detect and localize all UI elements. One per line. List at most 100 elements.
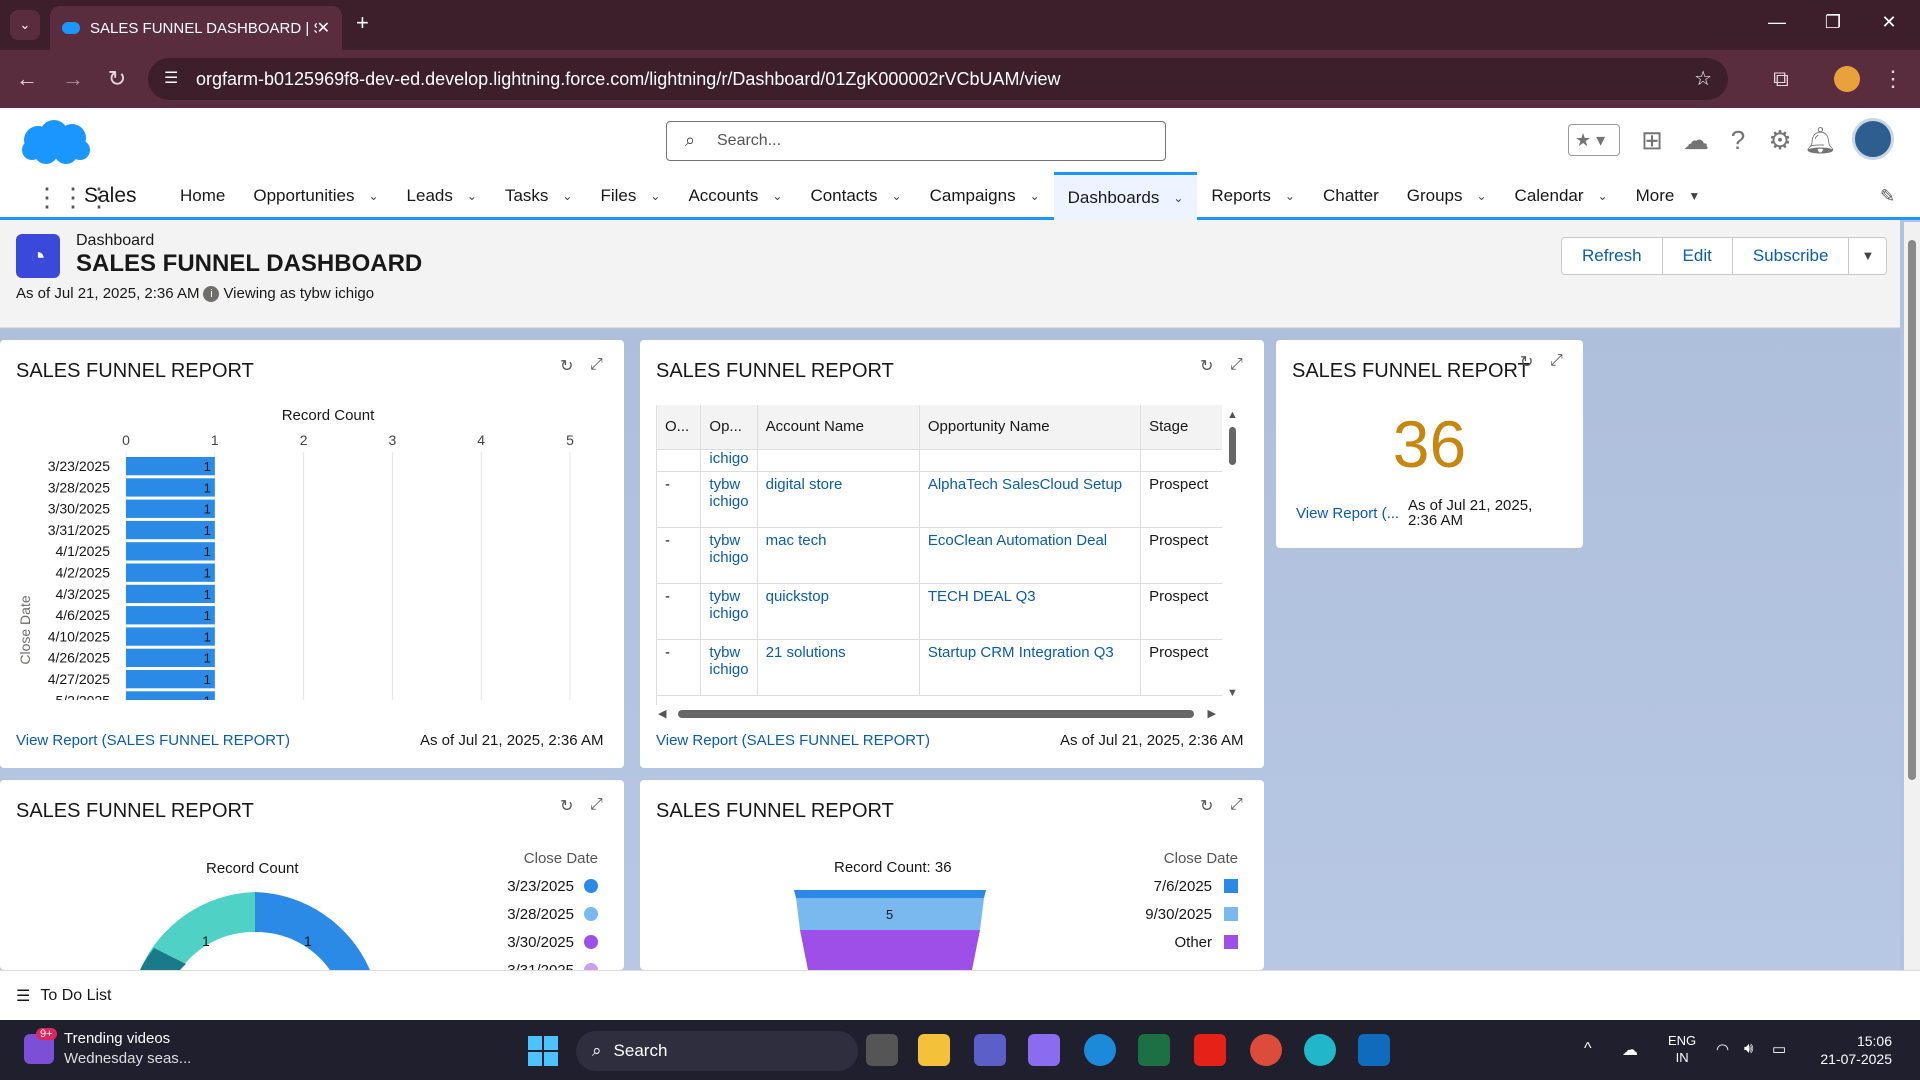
setup-gear-icon[interactable]: ⚙: [1764, 124, 1796, 156]
restore-icon[interactable]: ❐: [1818, 12, 1848, 33]
refresh-button[interactable]: Refresh: [1562, 238, 1663, 274]
account-link[interactable]: mac tech: [757, 527, 920, 584]
bar[interactable]: [126, 691, 215, 700]
taskbar-search[interactable]: ⌕ Search: [576, 1031, 858, 1071]
bar[interactable]: [126, 499, 215, 518]
close-window-icon[interactable]: ✕: [1874, 12, 1904, 33]
wifi-icon[interactable]: ◠: [1716, 1040, 1729, 1058]
funnel-segment[interactable]: [800, 930, 980, 970]
nav-item-chatter[interactable]: Chatter: [1309, 172, 1393, 220]
language-indicator[interactable]: ENG IN: [1668, 1032, 1696, 1066]
edge-icon[interactable]: [1084, 1034, 1116, 1066]
nav-item-contacts[interactable]: Contacts ⌄: [796, 172, 915, 220]
column-header[interactable]: O...: [657, 405, 702, 450]
chevron-down-icon[interactable]: ⌄: [1476, 189, 1486, 203]
page-scrollbar[interactable]: [1904, 222, 1920, 970]
new-tab-icon[interactable]: +: [356, 10, 369, 36]
nav-item-calendar[interactable]: Calendar ⌄: [1501, 172, 1622, 220]
trailhead-icon[interactable]: ☁: [1680, 124, 1712, 156]
nav-item-accounts[interactable]: Accounts ⌄: [674, 172, 796, 220]
owner-link[interactable]: tybw ichigo: [700, 471, 758, 528]
opportunity-link[interactable]: AlphaTech SalesCloud Setup: [919, 471, 1142, 528]
refresh-widget-icon[interactable]: ↻: [1520, 352, 1533, 372]
expand-widget-icon[interactable]: ⤢: [1230, 796, 1243, 814]
clock[interactable]: 15:06 21-07-2025: [1808, 1032, 1892, 1068]
account-link[interactable]: quickstop: [757, 583, 920, 640]
global-actions-icon[interactable]: ⊞: [1636, 124, 1668, 156]
edit-nav-icon[interactable]: ✎: [1880, 186, 1895, 207]
legend-item[interactable]: 7/6/2025: [1070, 872, 1238, 900]
opportunity-link[interactable]: TECH DEAL Q3: [919, 583, 1142, 640]
show-hidden-icons-icon[interactable]: ^: [1584, 1040, 1592, 1058]
chevron-down-icon[interactable]: ⌄: [1030, 189, 1040, 203]
nav-item-home[interactable]: Home: [166, 172, 239, 220]
column-header[interactable]: Account Name: [757, 405, 920, 450]
scrollbar-thumb[interactable]: [678, 710, 1194, 718]
todo-list-button[interactable]: To Do List: [40, 987, 111, 1005]
expand-widget-icon[interactable]: ⤢: [590, 356, 603, 374]
owner-link[interactable]: tybw ichigo: [700, 639, 758, 696]
forward-icon[interactable]: →: [58, 66, 88, 92]
back-icon[interactable]: ←: [12, 66, 42, 92]
view-report-link[interactable]: View Report (SALES FUNNEL REPORT): [656, 732, 930, 749]
view-report-link[interactable]: View Report (SALES FUNNEL REPORT): [16, 732, 290, 749]
notifications-bell-icon[interactable]: 🔔︎: [1804, 124, 1837, 156]
help-icon[interactable]: ?: [1722, 124, 1754, 156]
nav-item-leads[interactable]: Leads ⌄: [393, 172, 491, 220]
bookmark-star-icon[interactable]: ☆: [1694, 66, 1712, 91]
chevron-down-icon[interactable]: ⌄: [772, 189, 782, 203]
chevron-down-icon[interactable]: ⌄: [1173, 191, 1183, 205]
copilot-icon[interactable]: [1028, 1034, 1060, 1066]
expand-widget-icon[interactable]: ⤢: [590, 796, 603, 814]
browser-tab[interactable]: SALES FUNNEL DASHBOARD | S ✕: [50, 6, 342, 50]
browser-menu-icon[interactable]: ⋮: [1878, 66, 1908, 92]
excel-icon[interactable]: [1138, 1034, 1170, 1066]
file-explorer-icon[interactable]: [918, 1034, 950, 1066]
chevron-down-icon[interactable]: ⌄: [892, 189, 902, 203]
address-bar[interactable]: ☰ orgfarm-b0125969f8-dev-ed.develop.ligh…: [148, 58, 1728, 100]
table-vertical-scrollbar[interactable]: ▲ ▼: [1224, 405, 1240, 705]
profile-avatar[interactable]: [1834, 66, 1860, 92]
reload-icon[interactable]: ↻: [102, 66, 132, 92]
scrollbar-thumb[interactable]: [1908, 240, 1916, 780]
more-actions-dropdown-icon[interactable]: ▼: [1849, 238, 1886, 274]
bar[interactable]: [126, 648, 215, 667]
nav-item-more[interactable]: More ▼: [1622, 172, 1715, 220]
favorites-button[interactable]: ★ ▾: [1568, 124, 1620, 156]
chevron-down-icon[interactable]: ▼: [1688, 189, 1700, 203]
table-horizontal-scrollbar[interactable]: ◀ ▶: [656, 706, 1222, 722]
subscribe-button[interactable]: Subscribe: [1733, 238, 1850, 274]
minimize-icon[interactable]: —: [1762, 12, 1792, 33]
opportunity-link[interactable]: Startup CRM Integration Q3: [919, 639, 1142, 696]
youtube-icon[interactable]: [1194, 1034, 1226, 1066]
close-tab-icon[interactable]: ✕: [317, 18, 330, 38]
info-icon[interactable]: i: [203, 285, 220, 302]
refresh-widget-icon[interactable]: ↻: [560, 356, 573, 376]
chevron-down-icon[interactable]: ⌄: [650, 189, 660, 203]
chevron-down-icon[interactable]: ⌄: [1598, 189, 1608, 203]
expand-widget-icon[interactable]: ⤢: [1550, 352, 1563, 370]
bar[interactable]: [126, 606, 215, 625]
expand-widget-icon[interactable]: ⤢: [1230, 356, 1243, 374]
task-view-icon[interactable]: [866, 1034, 898, 1066]
nav-item-dashboards[interactable]: Dashboards ⌄: [1053, 172, 1198, 220]
bar[interactable]: [126, 670, 215, 689]
owner-link[interactable]: tybw ichigo: [700, 527, 758, 584]
user-avatar[interactable]: [1852, 118, 1894, 160]
legend-item[interactable]: 3/28/2025: [430, 900, 598, 928]
column-header[interactable]: Opportunity Name: [919, 405, 1142, 450]
chevron-down-icon[interactable]: ⌄: [467, 189, 477, 203]
legend-item[interactable]: 3/23/2025: [430, 872, 598, 900]
view-report-link[interactable]: View Report (...: [1296, 505, 1399, 522]
volume-icon[interactable]: 🔊︎: [1744, 1040, 1753, 1057]
site-info-icon[interactable]: ☰: [164, 68, 178, 88]
salesforce-logo[interactable]: [18, 118, 94, 168]
chevron-down-icon[interactable]: ⌄: [1285, 189, 1295, 203]
chevron-down-icon[interactable]: ⌄: [562, 189, 572, 203]
refresh-widget-icon[interactable]: ↻: [1200, 796, 1213, 816]
donut-segment[interactable]: [255, 892, 370, 970]
chevron-down-icon[interactable]: ⌄: [368, 189, 378, 203]
outlook-icon[interactable]: [1358, 1034, 1390, 1066]
teams-icon[interactable]: [974, 1034, 1006, 1066]
widget-title[interactable]: Trending videos: [64, 1030, 170, 1047]
